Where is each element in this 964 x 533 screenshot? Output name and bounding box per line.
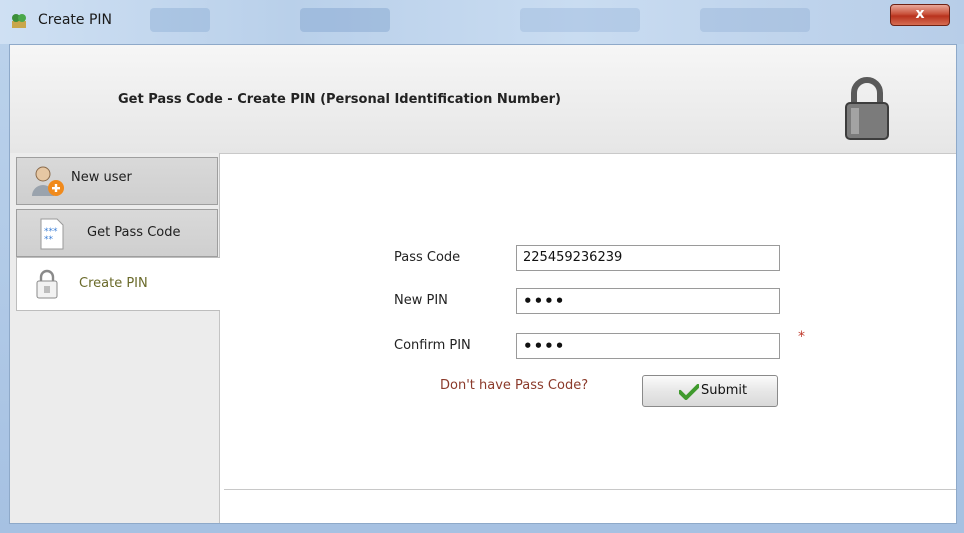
title-bar-background [700,8,810,32]
add-user-icon [32,166,64,196]
window-title: Create PIN [38,12,113,28]
confirm-pin-input[interactable]: •••• [516,333,780,359]
lock-icon [36,269,58,299]
no-pass-code-link[interactable]: Don't have Pass Code? [440,378,588,393]
new-pin-label: New PIN [394,293,448,308]
svg-text:**: ** [44,235,54,245]
sidebar-item-label: New user [71,170,132,185]
close-icon: x [915,6,925,22]
padlock-icon [845,77,889,140]
sidebar-item-new-user[interactable]: New user [16,157,218,205]
confirm-pin-label: Confirm PIN [394,338,471,353]
sidebar-item-get-pass-code[interactable]: *** ** Get Pass Code [16,209,218,257]
required-marker: * [798,329,805,345]
page-title: Get Pass Code - Create PIN (Personal Ide… [118,92,562,107]
sidebar: New user *** ** Get Pass Code Create PIN [10,153,220,523]
app-icon [12,14,26,28]
submit-label: Submit [701,383,748,398]
new-pin-input[interactable]: •••• [516,288,780,314]
client-area: Get Pass Code - Create PIN (Personal Ide… [9,44,957,524]
checkmark-icon [679,384,699,400]
title-bar[interactable]: Create PIN x [0,0,964,44]
title-bar-background [150,8,210,32]
sidebar-item-label: Create PIN [79,276,148,291]
submit-button[interactable]: Submit [642,375,778,407]
title-bar-background [520,8,640,32]
pass-code-input[interactable]: 225459236239 [516,245,780,271]
pass-code-label: Pass Code [394,250,461,265]
window: Create PIN x Get Pass Code - Create PIN … [0,0,964,533]
header-banner: Get Pass Code - Create PIN (Personal Ide… [10,45,956,154]
passcode-document-icon: *** ** [40,218,64,250]
divider [224,489,956,490]
title-bar-background [300,8,390,32]
sidebar-item-label: Get Pass Code [87,225,181,240]
sidebar-item-create-pin[interactable]: Create PIN [16,257,220,311]
close-button[interactable]: x [890,4,950,26]
